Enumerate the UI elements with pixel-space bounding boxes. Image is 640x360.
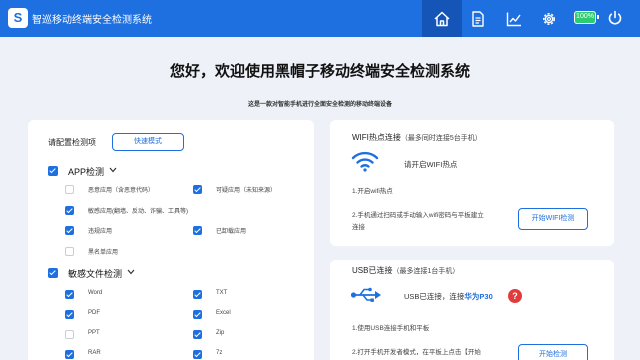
wifi-step-1: 1.开启wifi热点 bbox=[352, 188, 393, 195]
txt-label: TXT bbox=[216, 290, 228, 296]
uninstalled-app-checkbox[interactable] bbox=[193, 226, 202, 235]
violation-app-label: 违规应用 bbox=[88, 229, 113, 235]
usb-card-title: USB已连接（最多连接1台手机） bbox=[352, 265, 459, 276]
nav-report-button[interactable] bbox=[458, 0, 498, 37]
welcome-headline: 您好，欢迎使用黑帽子移动终端安全检测系统 bbox=[169, 63, 470, 80]
welcome-subline: 这是一款对智能手机进行全面安全检测的移动终端设备 bbox=[247, 102, 392, 108]
usb-step-2: 2.打开手机开发者模式，在平板上点击【开始 bbox=[352, 349, 481, 356]
usb-step-1: 1.使用USB连接手机和平板 bbox=[352, 325, 430, 332]
wifi-connection-card: WIFI热点连接（最多同时连接5台手机） 请开启WIFI热点 1.开启wifi热… bbox=[330, 120, 614, 246]
wifi-icon bbox=[351, 151, 379, 172]
app-logo: S bbox=[8, 8, 28, 28]
gear-icon bbox=[543, 12, 555, 25]
usb-connection-card: USB已连接（最多连接1台手机） USB已连接，连接华为P30 ? 1.使用US… bbox=[330, 260, 614, 360]
wifi-step-2-line1: 2.手机通过扫码或手动输入wifi密码与平板建立 bbox=[352, 212, 484, 219]
suspicious-app-checkbox[interactable] bbox=[193, 185, 202, 194]
chevron-down-icon[interactable] bbox=[127, 269, 135, 275]
7z-checkbox[interactable] bbox=[193, 350, 202, 359]
chevron-down-icon[interactable] bbox=[109, 167, 117, 173]
violation-app-checkbox[interactable] bbox=[65, 226, 74, 235]
suspicious-app-label: 可疑应用（未知来源） bbox=[216, 188, 277, 194]
home-icon bbox=[434, 11, 450, 26]
usb-status-text: USB已连接，连接华为P30 bbox=[404, 291, 493, 302]
nav-home-button[interactable] bbox=[422, 0, 462, 37]
start-usb-detection-button[interactable]: 开始检测 bbox=[518, 344, 588, 360]
usb-status-prefix: USB已连接，连接 bbox=[404, 292, 465, 301]
rar-label: RAR bbox=[88, 350, 101, 356]
wifi-card-title: WIFI热点连接（最多同时连接5台手机） bbox=[352, 132, 482, 143]
wifi-step-2-line2: 连接 bbox=[352, 224, 365, 231]
zip-checkbox[interactable] bbox=[193, 330, 202, 339]
blacklist-app-label: 黑名单应用 bbox=[88, 250, 119, 256]
usb-title-text: USB已连接 bbox=[352, 266, 393, 275]
top-bar: S 智巡移动终端安全检测系统 100% bbox=[0, 0, 640, 37]
excel-checkbox[interactable] bbox=[193, 310, 202, 319]
detection-config-panel: 请配置检测项 快速模式 APP检测 恶意应用（含恶意代码） 可疑应用（未知来源）… bbox=[28, 120, 314, 360]
app-detection-checkbox[interactable] bbox=[48, 166, 58, 176]
file-detection-label: 敏感文件检测 bbox=[68, 269, 123, 279]
wifi-title-note: （最多同时连接5台手机） bbox=[400, 135, 482, 142]
txt-checkbox[interactable] bbox=[193, 290, 202, 299]
malicious-app-checkbox[interactable] bbox=[65, 185, 74, 194]
malicious-app-label: 恶意应用（含恶意代码） bbox=[88, 188, 155, 194]
power-icon bbox=[608, 10, 622, 25]
chart-icon bbox=[506, 12, 521, 26]
zip-label: Zip bbox=[216, 330, 225, 336]
start-wifi-detection-button[interactable]: 开始WIFI检测 bbox=[518, 208, 588, 230]
ppt-checkbox[interactable] bbox=[65, 330, 74, 339]
excel-label: Excel bbox=[216, 310, 231, 316]
connected-device-name: 华为P30 bbox=[464, 292, 493, 301]
word-checkbox[interactable] bbox=[65, 290, 74, 299]
7z-label: 7z bbox=[216, 350, 223, 356]
config-title: 请配置检测项 bbox=[48, 138, 96, 147]
help-icon[interactable]: ? bbox=[508, 289, 522, 303]
nav-settings-button[interactable] bbox=[529, 0, 569, 37]
app-title: 智巡移动终端安全检测系统 bbox=[32, 15, 152, 26]
pdf-checkbox[interactable] bbox=[65, 310, 74, 319]
power-button[interactable] bbox=[606, 9, 624, 32]
document-icon bbox=[472, 10, 484, 27]
pdf-label: PDF bbox=[88, 310, 100, 316]
rar-checkbox[interactable] bbox=[65, 350, 74, 359]
nav-stats-button[interactable] bbox=[494, 0, 534, 37]
ppt-label: PPT bbox=[88, 330, 100, 336]
file-detection-checkbox[interactable] bbox=[48, 268, 58, 278]
sensitive-app-checkbox[interactable] bbox=[65, 206, 74, 215]
blacklist-app-checkbox[interactable] bbox=[65, 247, 74, 256]
wifi-status-text: 请开启WIFI热点 bbox=[404, 160, 458, 169]
battery-indicator: 100% bbox=[574, 11, 599, 24]
usb-title-note: （最多连接1台手机） bbox=[392, 268, 460, 275]
usb-icon bbox=[350, 287, 381, 302]
uninstalled-app-label: 已卸载应用 bbox=[216, 229, 247, 235]
sensitive-app-label: 敏感应用(翻墙、反动、诈骗、工具等) bbox=[88, 209, 188, 215]
wifi-title-text: WIFI热点连接 bbox=[352, 133, 401, 142]
word-label: Word bbox=[88, 290, 103, 296]
app-detection-label: APP检测 bbox=[68, 167, 105, 177]
quick-mode-button[interactable]: 快速模式 bbox=[112, 133, 184, 151]
